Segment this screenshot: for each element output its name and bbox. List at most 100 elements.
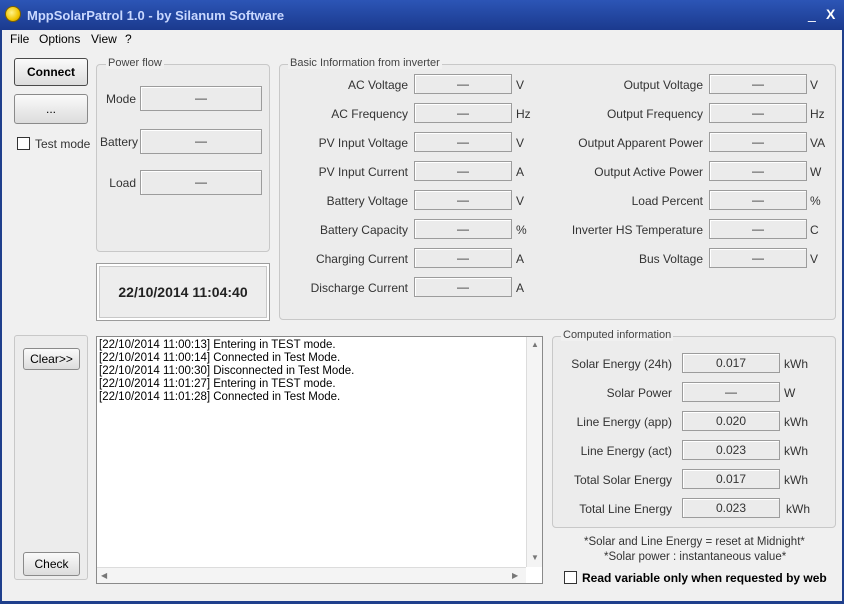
log-line: [22/10/2014 11:00:30] Disconnected in Te… [99, 365, 355, 377]
menu-help[interactable]: ? [125, 32, 132, 46]
output-voltage-field: — [709, 74, 807, 94]
load-label: Load [109, 176, 136, 190]
ac-frequency-unit: Hz [516, 107, 531, 121]
minimize-button[interactable]: _ [808, 6, 816, 22]
battery-capacity-unit: % [516, 223, 527, 237]
ac-voltage-unit: V [516, 78, 525, 92]
discharge-current-unit: A [516, 281, 525, 295]
connect-button[interactable]: Connect [14, 58, 88, 86]
log-line: [22/10/2014 11:01:28] Connected in Test … [99, 391, 341, 403]
test-mode-label: Test mode [35, 137, 91, 151]
battery-voltage-field: — [414, 190, 512, 210]
check-button[interactable]: Check [23, 552, 80, 576]
output-voltage-label: Output Voltage [623, 78, 703, 92]
discharge-current-field: — [414, 277, 512, 297]
inverter-hs-temperature-field: — [709, 219, 807, 239]
port-button[interactable]: ... [14, 94, 88, 124]
bus-voltage-field: — [709, 248, 807, 268]
line-energy-app-unit: kWh [784, 415, 808, 429]
test-mode-checkbox[interactable] [17, 137, 30, 150]
basic-info-title: Basic Information from inverter [288, 57, 442, 69]
battery-voltage-unit: V [516, 194, 525, 208]
output-active-power-label: Output Active Power [594, 165, 703, 179]
ac-frequency-field: — [414, 103, 512, 123]
menu-view[interactable]: View [91, 32, 117, 46]
scroll-right-icon[interactable]: ▶ [512, 571, 518, 580]
window-title: MppSolarPatrol 1.0 - by Silanum Software [27, 8, 285, 23]
menu-options[interactable]: Options [39, 32, 80, 46]
clear-log-button[interactable]: Clear>> [23, 348, 80, 370]
battery-capacity-label: Battery Capacity [319, 223, 408, 237]
solar-energy-24h-label: Solar Energy (24h) [571, 357, 672, 371]
pv-input-voltage-label: PV Input Voltage [318, 136, 408, 150]
menu-bar: File Options View ? [2, 30, 842, 50]
scroll-left-icon[interactable]: ◀ [101, 571, 107, 580]
output-apparent-power-field: — [709, 132, 807, 152]
log-textbox[interactable]: [22/10/2014 11:00:13] Entering in TEST m… [96, 336, 543, 584]
log-line: [22/10/2014 11:00:13] Entering in TEST m… [99, 339, 336, 351]
output-frequency-label: Output Frequency [606, 107, 703, 121]
power-flow-title: Power flow [106, 57, 164, 69]
load-percent-field: — [709, 190, 807, 210]
read-by-web-checkbox[interactable] [564, 571, 577, 584]
output-frequency-unit: Hz [810, 107, 825, 121]
ac-voltage-field: — [414, 74, 512, 94]
computed-info-title: Computed information [561, 329, 674, 341]
close-button[interactable]: X [826, 6, 835, 22]
battery-field: — [140, 129, 262, 154]
charging-current-field: — [414, 248, 512, 268]
log-horizontal-scrollbar[interactable]: ◀ ▶ [97, 567, 526, 583]
pv-input-current-label: PV Input Current [318, 165, 408, 179]
solar-power-note: *Solar power : instantaneous value* [604, 551, 787, 563]
line-energy-app-field: 0.020 [682, 411, 780, 431]
load-percent-unit: % [810, 194, 821, 208]
menu-file[interactable]: File [10, 32, 29, 46]
battery-voltage-label: Battery Voltage [326, 194, 408, 208]
battery-label: Battery [100, 135, 139, 149]
pv-input-voltage-field: — [414, 132, 512, 152]
log-line: [22/10/2014 11:01:27] Entering in TEST m… [99, 378, 336, 390]
mode-label: Mode [105, 92, 136, 106]
log-vertical-scrollbar[interactable]: ▲ ▼ [526, 337, 542, 567]
total-line-energy-field: 0.023 [682, 498, 780, 518]
total-line-energy-label: Total Line Energy [579, 502, 672, 516]
total-solar-energy-unit: kWh [784, 473, 808, 487]
solar-power-label: Solar Power [606, 386, 672, 400]
bus-voltage-unit: V [810, 252, 819, 266]
log-controls-panel [14, 335, 88, 580]
line-energy-act-unit: kWh [784, 444, 808, 458]
clock-display: 22/10/2014 11:04:40 [96, 263, 270, 321]
log-lines: [22/10/2014 11:00:13] Entering in TEST m… [99, 339, 354, 404]
inverter-hs-temperature-unit: C [810, 223, 819, 237]
bus-voltage-label: Bus Voltage [638, 252, 703, 266]
output-apparent-power-unit: VA [810, 136, 826, 150]
output-active-power-field: — [709, 161, 807, 181]
discharge-current-label: Discharge Current [310, 281, 408, 295]
sun-icon [5, 6, 21, 22]
client-area: File Options View ? Connect ... Test mod… [2, 30, 842, 601]
output-voltage-unit: V [810, 78, 819, 92]
solar-energy-24h-unit: kWh [784, 357, 808, 371]
charging-current-unit: A [516, 252, 525, 266]
read-by-web-label: Read variable only when requested by web [582, 571, 827, 585]
total-line-energy-unit: kWh [786, 502, 810, 516]
charging-current-label: Charging Current [315, 252, 408, 266]
ac-frequency-label: AC Frequency [331, 107, 408, 121]
energy-reset-note: *Solar and Line Energy = reset at Midnig… [584, 536, 805, 548]
load-field: — [140, 170, 262, 195]
battery-capacity-field: — [414, 219, 512, 239]
line-energy-app-label: Line Energy (app) [576, 415, 672, 429]
line-energy-act-label: Line Energy (act) [580, 444, 672, 458]
mode-field: — [140, 86, 262, 111]
pv-input-current-field: — [414, 161, 512, 181]
line-energy-act-field: 0.023 [682, 440, 780, 460]
inverter-hs-temperature-label: Inverter HS Temperature [571, 223, 703, 237]
title-bar[interactable]: MppSolarPatrol 1.0 - by Silanum Software… [0, 0, 844, 30]
scroll-down-icon[interactable]: ▼ [531, 553, 539, 562]
total-solar-energy-label: Total Solar Energy [573, 473, 672, 487]
output-active-power-unit: W [810, 165, 822, 179]
solar-energy-24h-field: 0.017 [682, 353, 780, 373]
log-line: [22/10/2014 11:00:14] Connected in Test … [99, 352, 341, 364]
ac-voltage-label: AC Voltage [347, 78, 408, 92]
scroll-up-icon[interactable]: ▲ [531, 340, 539, 349]
